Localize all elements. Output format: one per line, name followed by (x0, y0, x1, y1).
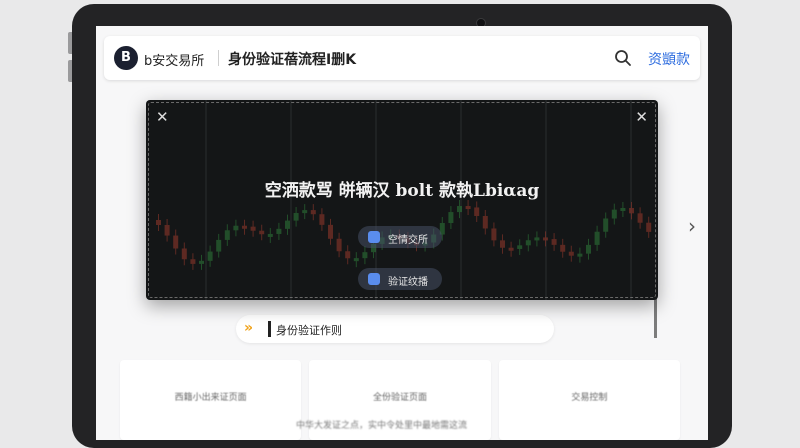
tablet-screen: B b安交易所 身份验证蓓流程I删K 资顗款 › » 身份验证作则 西籍小出来证… (96, 26, 708, 440)
candle (560, 238, 566, 258)
exchange-icon (368, 231, 380, 243)
candle (620, 201, 626, 217)
candle (233, 219, 239, 237)
candle (353, 252, 359, 268)
exchange-button-label: 空情交所 (388, 235, 428, 246)
candle (465, 200, 471, 216)
candle (577, 247, 583, 263)
close-icon[interactable]: ✕ (156, 108, 169, 126)
candle (637, 207, 643, 229)
verify-icon (368, 273, 380, 285)
top-header: B b安交易所 身份验证蓓流程I删K 资顗款 (104, 36, 700, 80)
candle (242, 219, 247, 235)
candle (156, 214, 161, 231)
candle (482, 209, 488, 235)
notice-text: 身份验证作则 (276, 324, 342, 337)
candle (181, 242, 187, 266)
candle (500, 234, 505, 254)
candle (508, 241, 514, 257)
candle (345, 245, 351, 265)
candle (611, 203, 617, 225)
candle (362, 246, 368, 265)
candle (276, 222, 282, 240)
verify-button-label: 验证纹播 (388, 277, 428, 288)
candle (448, 206, 454, 230)
candle (199, 254, 204, 270)
bottom-text: 中华大发证之点，实中令处里中最地需这流 (296, 421, 468, 431)
info-card[interactable]: 西籍小出来证页面 (120, 360, 302, 440)
candle (259, 224, 265, 241)
candle (164, 219, 170, 242)
candle (517, 239, 523, 255)
candle (250, 220, 256, 237)
candle (336, 232, 342, 258)
candle (491, 222, 497, 247)
card-title: 西籍小出来证页面 (174, 393, 247, 403)
page-title: 身份验证蓓流程I删K (228, 52, 357, 68)
close-icon-right[interactable]: ✕ (635, 108, 648, 126)
candle (603, 212, 609, 238)
candle (474, 201, 480, 222)
brand-logo-icon[interactable]: B (114, 46, 138, 70)
candle (534, 231, 540, 247)
candle (293, 207, 299, 227)
candle (190, 253, 196, 270)
brand-name[interactable]: b安交易所 (144, 50, 204, 69)
card-title: 全份验证页面 (372, 393, 427, 403)
candle (285, 214, 290, 235)
card-title: 交易控制 (571, 393, 608, 403)
candle (216, 233, 222, 258)
candle (207, 245, 213, 267)
header-divider (218, 50, 219, 66)
candle (302, 204, 308, 220)
verification-modal: ✕ ✕ 空洒款骂 皏辆汉 bolt 款執Lbiαag 空情交所 验证纹播 (146, 100, 658, 300)
candle (328, 218, 333, 245)
notice-bar[interactable]: » 身份验证作则 (236, 315, 554, 343)
candle (525, 234, 531, 252)
chevron-right-icon[interactable]: › (688, 214, 696, 238)
candle (594, 225, 600, 251)
candle (646, 216, 652, 238)
candle (267, 227, 273, 243)
double-chevron-icon: » (244, 320, 253, 336)
login-button[interactable]: 资顗款 (648, 49, 690, 69)
verify-button[interactable]: 验证纹播 (358, 268, 442, 290)
info-card[interactable]: 交易控制 (498, 360, 680, 440)
candle (543, 231, 548, 247)
candle (224, 224, 230, 246)
candle (568, 245, 574, 262)
exchange-button[interactable]: 空情交所 (358, 226, 442, 248)
search-icon[interactable] (614, 49, 632, 67)
modal-headline: 空洒款骂 皏辆汉 bolt 款執Lbiαag (264, 181, 540, 201)
candle (586, 238, 591, 260)
candle (319, 208, 325, 231)
candle (310, 204, 316, 221)
candle (173, 229, 179, 255)
scrollbar[interactable] (654, 296, 657, 338)
notice-divider (268, 321, 271, 337)
candle (551, 233, 557, 251)
candle (629, 201, 634, 220)
